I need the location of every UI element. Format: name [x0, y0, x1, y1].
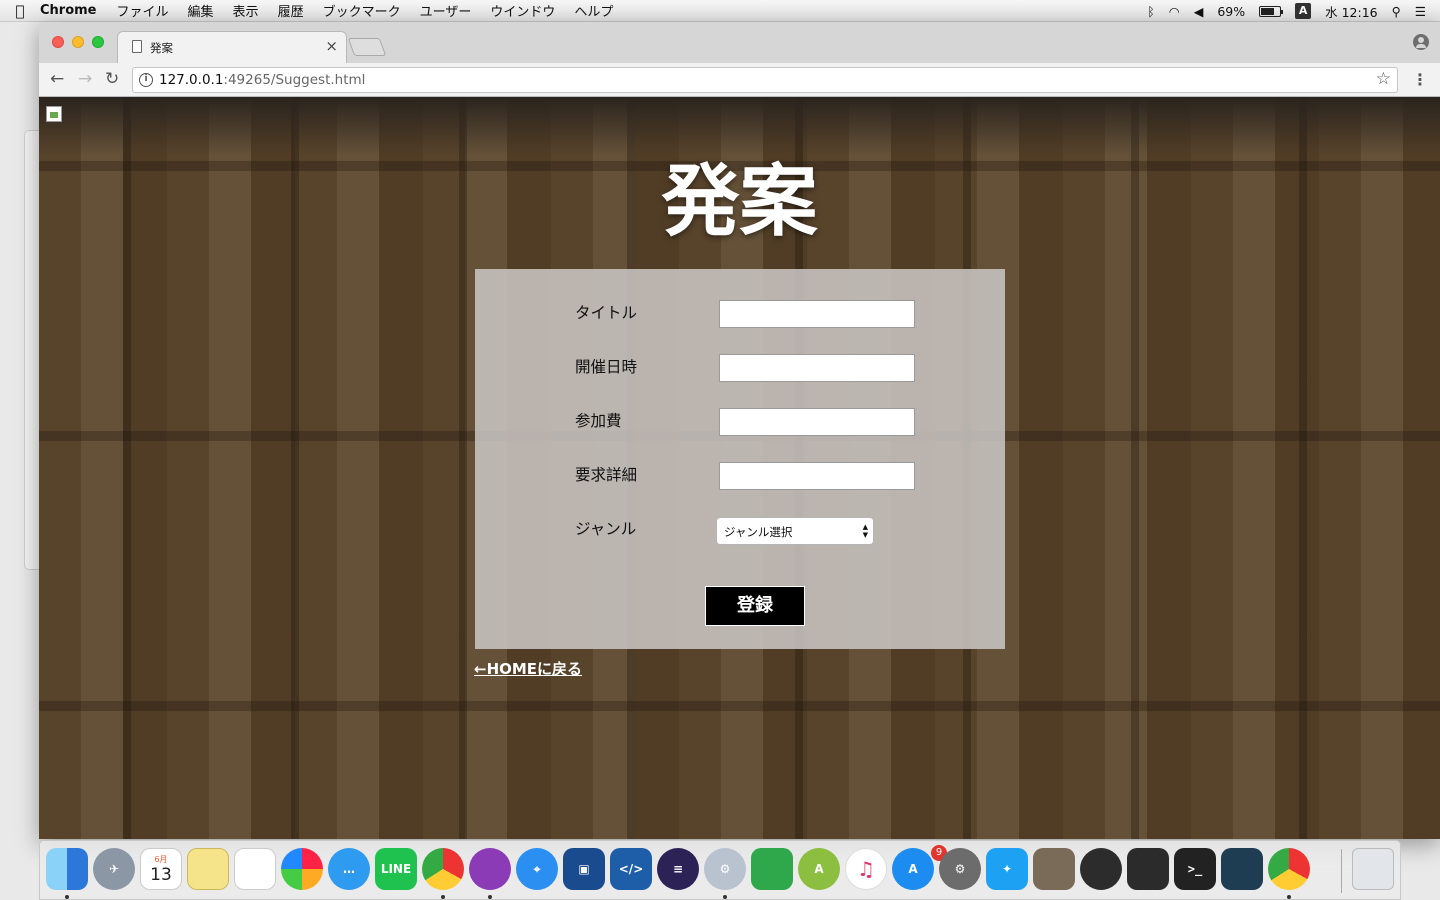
site-info-icon[interactable]: i	[139, 73, 153, 87]
chrome-menu-icon[interactable]: ⋮	[1412, 70, 1428, 89]
forward-arrow-icon[interactable]: →	[78, 69, 92, 89]
calendar-month: 6月	[154, 854, 168, 864]
tab-active[interactable]: 発案 ×	[117, 31, 347, 63]
profile-icon[interactable]	[1413, 34, 1429, 50]
eclipse-icon[interactable]: ≡	[657, 848, 699, 890]
line-icon[interactable]: LINE	[375, 848, 417, 890]
running-indicator	[441, 895, 445, 899]
messages-icon[interactable]: …	[328, 848, 370, 890]
itunes-icon[interactable]: ♫	[845, 848, 887, 890]
bluetooth-icon[interactable]: ᛒ	[1147, 4, 1155, 19]
tab-close-icon[interactable]: ×	[325, 37, 338, 55]
address-bar[interactable]: i 127.0.0.1:49265/Suggest.html ☆	[132, 67, 1398, 93]
genre-select[interactable]: ジャンル選択 ▲ ▼	[716, 517, 874, 545]
details-label: 要求詳細	[575, 466, 638, 484]
reload-icon[interactable]: ↻	[105, 69, 119, 89]
terminal-icon[interactable]: >_	[1174, 848, 1216, 890]
tab-title: 発案	[150, 41, 173, 55]
quicktime-icon[interactable]	[1080, 848, 1122, 890]
calendar-day: 13	[150, 864, 172, 885]
comic-reader-icon[interactable]	[1127, 848, 1169, 890]
close-window-button[interactable]	[52, 36, 64, 48]
wifi-icon[interactable]: ◠	[1169, 4, 1180, 19]
home-link[interactable]: ←HOMEに戻る	[474, 658, 582, 679]
menu-bookmarks[interactable]: ブックマーク	[323, 1, 401, 20]
dock-separator	[1341, 849, 1342, 893]
new-tab-button[interactable]	[347, 38, 387, 56]
fee-input[interactable]	[719, 408, 915, 436]
browser-window: 発案 × ← → ↻ i 127.0.0.1:49265/Suggest.htm…	[39, 22, 1440, 839]
details-input[interactable]	[719, 462, 915, 490]
calendar-icon[interactable]: 6月 13	[140, 848, 182, 890]
genre-label: ジャンル	[575, 520, 637, 538]
fee-label: 参加費	[575, 412, 622, 430]
volume-icon[interactable]: ◀	[1194, 4, 1204, 19]
dock: ✈ 6月 13 … LINE ⌖ ▣ </> ≡ ⚙ A ♫ A 9 ⚙ ✦ >_	[39, 840, 1401, 900]
safari-icon[interactable]: ⌖	[516, 848, 558, 890]
app-store-icon[interactable]: A	[892, 848, 934, 890]
chrome-canary-icon[interactable]	[1268, 848, 1310, 890]
running-indicator	[65, 895, 69, 899]
title-input[interactable]	[719, 300, 915, 328]
apple-menu-icon[interactable]: 	[0, 2, 40, 20]
url-host: 127.0.0.1	[159, 72, 224, 88]
app-menu-chrome[interactable]: Chrome	[40, 3, 97, 18]
page-title: 発案	[661, 156, 818, 247]
menu-edit[interactable]: 編集	[188, 1, 214, 20]
genre-selected-value: ジャンル選択	[724, 525, 793, 539]
document-icon	[132, 40, 142, 53]
finder-icon[interactable]	[46, 848, 88, 890]
chrome-icon[interactable]	[422, 848, 464, 890]
menu-help[interactable]: ヘルプ	[574, 1, 613, 20]
kindle-icon[interactable]	[1221, 848, 1263, 890]
menu-bar:  Chrome ファイル 編集 表示 履歴 ブックマーク ユーザー ウインドウ…	[0, 0, 1440, 22]
browser-toolbar: ← → ↻ i 127.0.0.1:49265/Suggest.html ☆ ⋮	[39, 63, 1440, 97]
menu-file[interactable]: ファイル	[117, 1, 169, 20]
battery-percent[interactable]: 69%	[1217, 4, 1245, 19]
datetime-label: 開催日時	[575, 358, 638, 376]
running-indicator	[723, 895, 727, 899]
fullscreen-window-button[interactable]	[92, 36, 104, 48]
trash-icon[interactable]	[1352, 848, 1394, 890]
input-source-icon[interactable]: A	[1295, 3, 1312, 19]
menu-view[interactable]: 表示	[233, 1, 259, 20]
back-arrow-icon[interactable]: ←	[50, 69, 64, 89]
spotlight-search-icon[interactable]: ⚲	[1392, 4, 1401, 19]
select-arrows-icon: ▲ ▼	[862, 523, 868, 539]
tab-bar: 発案 ×	[39, 22, 1440, 63]
android-studio-icon[interactable]: A	[798, 848, 840, 890]
system-preferences-icon[interactable]: ⚙	[704, 848, 746, 890]
notification-center-icon[interactable]: ☰	[1415, 4, 1426, 19]
bookmark-star-icon[interactable]: ☆	[1376, 69, 1391, 89]
status-area: ᛒ ◠ ◀ 69% A 水 12:16 ⚲ ☰	[1147, 0, 1426, 22]
photos-icon[interactable]	[281, 848, 323, 890]
minimize-window-button[interactable]	[72, 36, 84, 48]
suggest-form: タイトル 開催日時 参加費 要求詳細 ジャンル ジャンル選択 ▲ ▼ 登録	[475, 269, 1005, 649]
broken-image-icon	[46, 106, 62, 122]
twitter-icon[interactable]: ✦	[986, 848, 1028, 890]
url-path: :49265/Suggest.html	[223, 72, 366, 88]
battery-icon[interactable]	[1259, 5, 1284, 17]
disk-utility-icon[interactable]: ⚙	[939, 848, 981, 890]
framer-icon[interactable]: ▣	[563, 848, 605, 890]
menu-people[interactable]: ユーザー	[420, 1, 472, 20]
battery-fill	[1261, 7, 1274, 15]
submit-button[interactable]: 登録	[705, 586, 805, 626]
notes-icon[interactable]	[187, 848, 229, 890]
menu-window[interactable]: ウインドウ	[490, 1, 555, 20]
reminders-icon[interactable]	[234, 848, 276, 890]
page-viewport: 発案 タイトル 開催日時 参加費 要求詳細 ジャンル ジャンル選択 ▲ ▼ 登録 …	[39, 97, 1440, 839]
clock[interactable]: 水 12:16	[1325, 2, 1378, 21]
launchpad-icon[interactable]: ✈	[93, 848, 135, 890]
gimp-icon[interactable]	[1033, 848, 1075, 890]
url-text[interactable]: 127.0.0.1:49265/Suggest.html	[159, 72, 365, 88]
visual-studio-code-icon[interactable]: </>	[610, 848, 652, 890]
menu-history[interactable]: 履歴	[278, 1, 304, 20]
datetime-input[interactable]	[719, 354, 915, 382]
evernote-icon[interactable]	[751, 848, 793, 890]
github-desktop-icon[interactable]	[469, 848, 511, 890]
title-label: タイトル	[575, 304, 638, 322]
running-indicator	[1287, 895, 1291, 899]
running-indicator	[488, 895, 492, 899]
